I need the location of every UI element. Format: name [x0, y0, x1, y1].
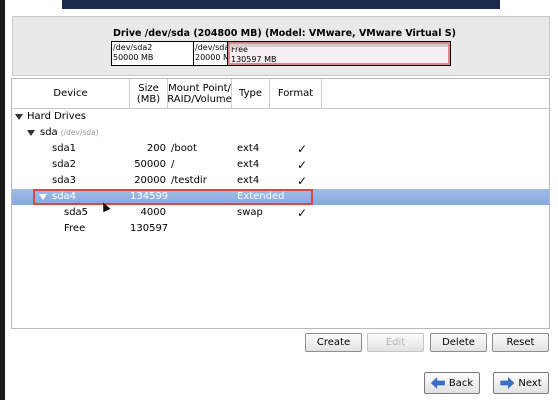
drive-title: Drive /dev/sda (204800 MB) (Model: VMwar…: [113, 28, 456, 39]
partition-segment-free[interactable]: Free 130597 MB: [228, 42, 450, 65]
column-header-device[interactable]: Device: [12, 79, 130, 108]
size-cell: 130597: [130, 223, 169, 234]
mount-cell: /: [171, 159, 175, 170]
type-cell: ext4: [237, 143, 260, 154]
window-left-edge: [0, 0, 5, 400]
table-header: Device Size (MB) Mount Point/ RAID/Volum…: [12, 79, 549, 109]
segment-size: 50000 MB: [113, 53, 154, 62]
next-button[interactable]: Next: [493, 372, 549, 394]
edit-button[interactable]: Edit: [367, 333, 424, 352]
create-button[interactable]: Create: [305, 333, 362, 352]
disk-sublabel: (/dev/sda): [60, 128, 99, 137]
drive-partition-bar[interactable]: /dev/sda2 50000 MB /dev/sda 20000 M Free…: [111, 41, 451, 66]
size-cell: 20000: [134, 175, 166, 186]
format-check-icon: ✓: [297, 142, 308, 156]
table-row[interactable]: sda2 50000 / ext4 ✓: [12, 157, 549, 173]
reset-button[interactable]: Reset: [492, 333, 549, 352]
table-row[interactable]: sda5 4000 swap ✓: [12, 205, 549, 221]
column-header-size[interactable]: Size (MB): [130, 79, 168, 108]
type-cell: ext4: [237, 159, 260, 170]
format-check-icon: ✓: [297, 158, 308, 172]
table-row[interactable]: sda3 20000 /testdir ext4 ✓: [12, 173, 549, 189]
drive-summary-panel: Drive /dev/sda (204800 MB) (Model: VMwar…: [12, 16, 550, 76]
mount-cell: /testdir: [171, 175, 207, 186]
group-label: Hard Drives: [27, 111, 86, 122]
type-cell: swap: [237, 207, 263, 218]
format-check-icon: ✓: [297, 206, 308, 220]
partition-segment-sda2[interactable]: /dev/sda2 50000 MB: [112, 42, 194, 65]
arrow-left-icon: [430, 377, 445, 389]
arrow-right-icon: [500, 377, 515, 389]
column-header-mount[interactable]: Mount Point/ RAID/Volume: [167, 79, 232, 108]
column-header-format[interactable]: Format: [270, 79, 322, 108]
expander-down-icon[interactable]: [15, 114, 23, 120]
segment-name: /dev/sda: [195, 43, 228, 52]
device-cell: Free: [64, 223, 86, 234]
type-cell: ext4: [237, 175, 260, 186]
size-cell: 50000: [134, 159, 166, 170]
size-cell: 4000: [140, 207, 166, 218]
segment-size: 20000 M: [195, 53, 228, 62]
column-header-type[interactable]: Type: [232, 79, 270, 108]
tree-row-hard-drives[interactable]: Hard Drives: [12, 109, 549, 125]
device-cell: sda2: [52, 159, 77, 170]
tree-row-disk-sda[interactable]: sda (/dev/sda): [12, 125, 549, 141]
format-check-icon: ✓: [297, 174, 308, 188]
back-button[interactable]: Back: [424, 372, 480, 394]
mount-cell: /boot: [171, 143, 197, 154]
table-row[interactable]: sda1 200 /boot ext4 ✓: [12, 141, 549, 157]
device-cell: sda3: [52, 175, 77, 186]
segment-size: 130597 MB: [231, 55, 277, 64]
delete-button[interactable]: Delete: [430, 333, 487, 352]
partition-segment-sda3[interactable]: /dev/sda 20000 M: [194, 42, 228, 65]
top-banner: [62, 0, 500, 9]
size-cell: 200: [146, 143, 166, 154]
device-cell: sda5: [64, 207, 89, 218]
disk-label: sda: [40, 127, 58, 138]
expander-down-icon[interactable]: [27, 130, 35, 136]
device-cell: sda1: [52, 143, 77, 154]
selection-highlight-box: [33, 189, 313, 205]
table-row[interactable]: Free 130597: [12, 221, 549, 237]
segment-name: /dev/sda2: [113, 43, 153, 52]
segment-name: Free: [231, 45, 248, 54]
